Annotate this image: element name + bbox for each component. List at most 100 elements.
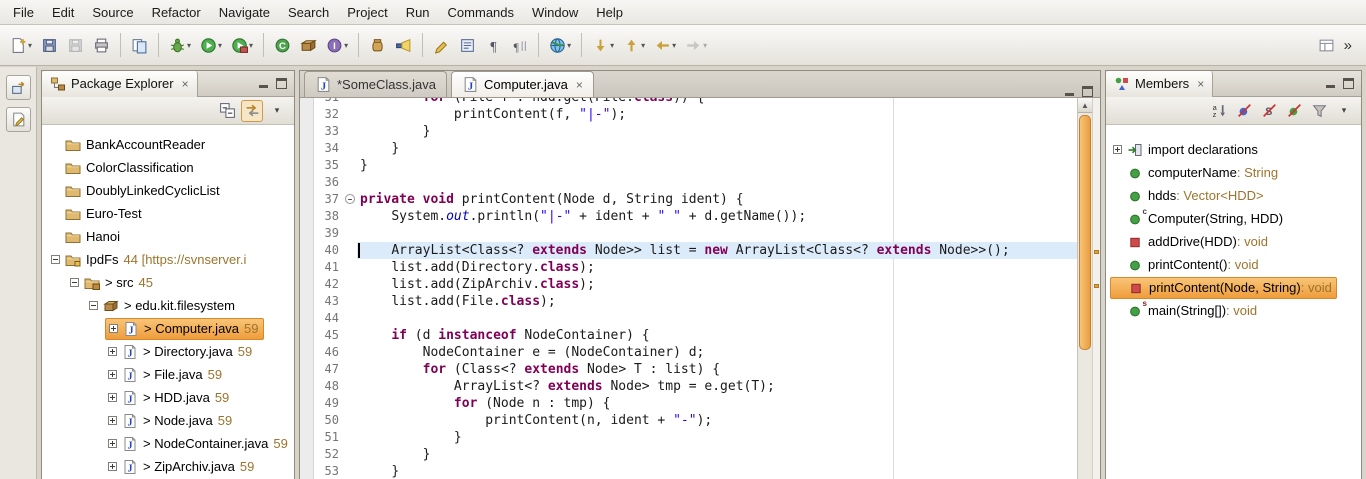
hide-static-button[interactable]: S <box>1258 100 1280 122</box>
chevron-down-icon[interactable]: ▾ <box>610 41 614 50</box>
code-line-39[interactable] <box>357 225 1077 242</box>
tree-item-bankaccountreader[interactable]: BankAccountReader <box>42 133 294 156</box>
tree-item-node-java[interactable]: J> Node.java59 <box>42 409 294 432</box>
overview-mark[interactable] <box>1094 250 1099 254</box>
collapse-all-button[interactable] <box>216 100 238 122</box>
menu-commands[interactable]: Commands <box>439 2 523 23</box>
code-line-48[interactable]: ArrayList<? extends Node> tmp = e.get(T)… <box>357 378 1077 395</box>
close-icon[interactable]: × <box>182 78 189 90</box>
expand-toggle-icon[interactable] <box>108 393 117 402</box>
next-annotation-button[interactable]: ▾ <box>588 32 618 59</box>
code-line-50[interactable]: printContent(n, ident + "-"); <box>357 412 1077 429</box>
jar-button[interactable] <box>365 32 390 59</box>
tree-item-directory-java[interactable]: J> Directory.java59 <box>42 340 294 363</box>
chevron-down-icon[interactable]: ▾ <box>28 41 32 50</box>
chevron-down-icon[interactable]: ▾ <box>218 41 222 50</box>
code-line-34[interactable]: } <box>357 140 1077 157</box>
mark-occurrences-button[interactable] <box>429 32 454 59</box>
annotation-button[interactable] <box>455 32 480 59</box>
menu-window[interactable]: Window <box>523 2 587 23</box>
vertical-scrollbar[interactable]: ▲ <box>1077 98 1092 479</box>
new-interface-button[interactable]: I▾ <box>322 32 352 59</box>
tree-item-colorclassification[interactable]: ColorClassification <box>42 156 294 179</box>
chevron-down-icon[interactable]: ▾ <box>672 41 676 50</box>
save-as-button[interactable] <box>37 32 62 59</box>
prev-annotation-button[interactable]: ▾ <box>619 32 649 59</box>
format-button[interactable]: ¶ <box>507 32 532 59</box>
package-explorer-title-tab[interactable]: Package Explorer × <box>42 71 198 97</box>
print-button[interactable] <box>89 32 114 59</box>
line-number-ruler[interactable]: 3132333435363738394041424344454647484950… <box>314 98 344 479</box>
fold-collapse-icon[interactable] <box>345 194 355 204</box>
code-line-44[interactable] <box>357 310 1077 327</box>
code-line-37[interactable]: private void printContent(Node d, String… <box>357 191 1077 208</box>
tree-item-computer-java[interactable]: J> Computer.java59 <box>42 317 294 340</box>
tab-someclass-java[interactable]: J*SomeClass.java <box>304 71 447 97</box>
tree-item-edu-kit-filesystem[interactable]: > edu.kit.filesystem <box>42 294 294 317</box>
member-printcontent[interactable]: printContent() : void <box>1106 253 1361 276</box>
save-button[interactable] <box>63 32 88 59</box>
member-printcontent-node-string[interactable]: printContent(Node, String) : void <box>1106 276 1361 299</box>
code-line-52[interactable]: } <box>357 446 1077 463</box>
close-icon[interactable]: × <box>576 79 583 91</box>
link-editor-button[interactable] <box>241 100 263 122</box>
tree-item-ipdfs[interactable]: IpdFs44 [https://svnserver.i <box>42 248 294 271</box>
tree-item-nodecontainer-java[interactable]: J> NodeContainer.java59 <box>42 432 294 455</box>
code-line-46[interactable]: NodeContainer e = (NodeContainer) d; <box>357 344 1077 361</box>
member-hdds[interactable]: hdds : Vector<HDD> <box>1106 184 1361 207</box>
hide-nonpublic-button[interactable] <box>1283 100 1305 122</box>
code-line-51[interactable]: } <box>357 429 1077 446</box>
member-main-string[interactable]: smain(String[]) : void <box>1106 299 1361 322</box>
expand-toggle-icon[interactable] <box>109 324 118 333</box>
chevron-down-icon[interactable]: ▾ <box>703 41 707 50</box>
tree-item-file-java[interactable]: J> File.java59 <box>42 363 294 386</box>
expand-toggle-icon[interactable] <box>108 462 117 471</box>
forward-button[interactable]: ▾ <box>681 32 711 59</box>
new-package-button[interactable] <box>296 32 321 59</box>
collapse-toggle-icon[interactable] <box>89 301 98 310</box>
code-text-area[interactable]: for (File f : hdd.get(File.class)) { pri… <box>357 98 1077 479</box>
overview-mark[interactable] <box>1094 284 1099 288</box>
quick-access-button[interactable] <box>1314 32 1339 59</box>
restore-view-button[interactable] <box>6 75 31 100</box>
run-external-button[interactable]: ▾ <box>227 32 257 59</box>
members-title-tab[interactable]: Members × <box>1106 71 1213 97</box>
tree-item-src[interactable]: > src45 <box>42 271 294 294</box>
code-line-45[interactable]: if (d instanceof NodeContainer) { <box>357 327 1077 344</box>
menu-refactor[interactable]: Refactor <box>143 2 210 23</box>
code-line-47[interactable]: for (Class<? extends Node> T : list) { <box>357 361 1077 378</box>
scroll-up-icon[interactable]: ▲ <box>1078 98 1092 113</box>
web-browser-button[interactable]: ▾ <box>545 32 575 59</box>
tree-item-doublylinkedcycliclist[interactable]: DoublyLinkedCyclicList <box>42 179 294 202</box>
chevron-down-icon[interactable]: ▾ <box>641 41 645 50</box>
back-button[interactable]: ▾ <box>650 32 680 59</box>
tree-item-euro-test[interactable]: Euro-Test <box>42 202 294 225</box>
code-line-32[interactable]: printContent(f, "|-"); <box>357 106 1077 123</box>
menu-file[interactable]: File <box>4 2 43 23</box>
editor-icon-button[interactable] <box>6 107 31 132</box>
code-line-40[interactable]: ArrayList<Class<? extends Node>> list = … <box>357 242 1077 259</box>
menu-search[interactable]: Search <box>279 2 338 23</box>
code-line-38[interactable]: System.out.println("|-" + ident + " " + … <box>357 208 1077 225</box>
member-adddrive-hdd[interactable]: addDrive(HDD) : void <box>1106 230 1361 253</box>
menu-navigate[interactable]: Navigate <box>210 2 279 23</box>
toolbar-overflow-chevron[interactable]: » <box>1340 37 1360 54</box>
code-line-43[interactable]: list.add(File.class); <box>357 293 1077 310</box>
filter-button[interactable] <box>1308 100 1330 122</box>
chevron-down-icon[interactable]: ▾ <box>249 41 253 50</box>
code-line-31[interactable]: for (File f : hdd.get(File.class)) { <box>357 98 1077 106</box>
menu-project[interactable]: Project <box>338 2 396 23</box>
expand-toggle-icon[interactable] <box>108 416 117 425</box>
debug-button[interactable]: ▾ <box>165 32 195 59</box>
run-button[interactable]: ▾ <box>196 32 226 59</box>
code-line-35[interactable]: } <box>357 157 1077 174</box>
code-line-41[interactable]: list.add(Directory.class); <box>357 259 1077 276</box>
menu-run[interactable]: Run <box>397 2 439 23</box>
menu-help[interactable]: Help <box>587 2 632 23</box>
tree-item-hanoi[interactable]: Hanoi <box>42 225 294 248</box>
member-import-declarations[interactable]: import declarations <box>1106 138 1361 161</box>
minimize-button[interactable] <box>1325 78 1336 89</box>
menu-edit[interactable]: Edit <box>43 2 83 23</box>
close-icon[interactable]: × <box>1197 78 1204 90</box>
annotation-ruler[interactable] <box>300 98 314 479</box>
